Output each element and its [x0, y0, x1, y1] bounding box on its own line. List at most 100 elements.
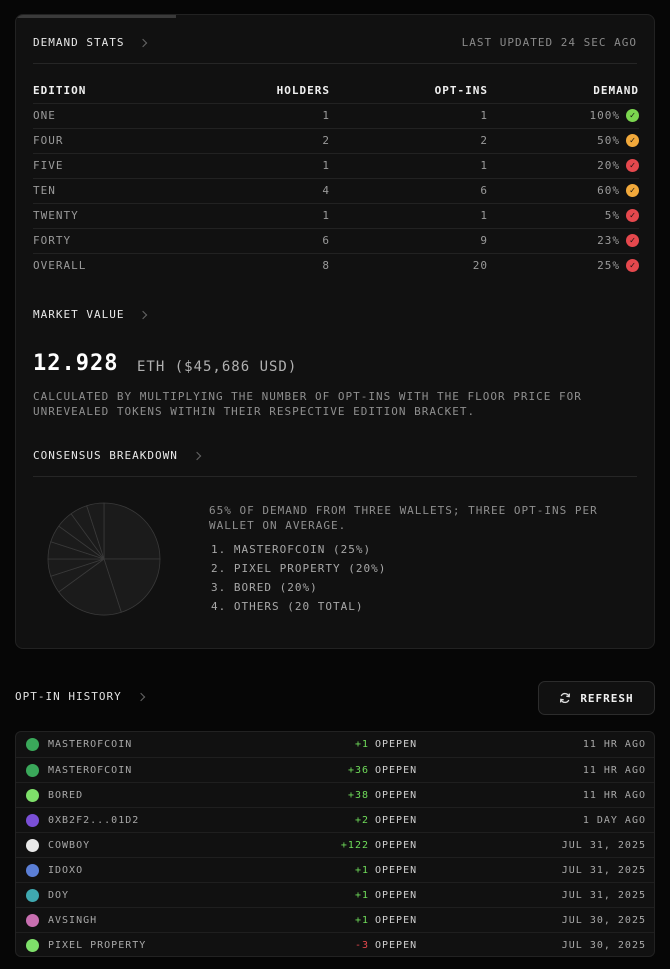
demand-value: 5%	[604, 209, 620, 222]
cell-optins: 2	[330, 127, 488, 153]
check-badge-icon: ✓	[626, 259, 639, 273]
demand-stats-body: One 1 1 100% ✓ Four 2 2 50% ✓ Five 1 1 20% ✓ Ten 4 6 60% ✓ T…	[33, 102, 639, 278]
history-amount: +1	[354, 739, 369, 750]
history-time: Jul 30, 2025	[561, 940, 646, 951]
history-row[interactable]: Bored +38 OPEPEN 11 hr ago	[16, 782, 654, 807]
history-time: Jul 30, 2025	[561, 915, 646, 926]
chevron-right-icon	[139, 310, 148, 319]
history-time: Jul 31, 2025	[561, 840, 646, 851]
history-amount: -3	[354, 940, 369, 951]
demand-value: 23%	[597, 234, 620, 247]
divider	[33, 476, 637, 477]
history-row[interactable]: MasterofCoin +1 OPEPEN 11 hr ago	[16, 732, 654, 757]
history-time: Jul 31, 2025	[561, 890, 646, 901]
cell-optins: 1	[330, 152, 488, 178]
avatar	[26, 889, 39, 902]
chevron-right-icon	[139, 38, 148, 47]
history-collection: OPEPEN	[375, 815, 418, 826]
history-row[interactable]: 0xb2f2...01d2 +2 OPEPEN 1 day ago	[16, 807, 654, 832]
history-collection: OPEPEN	[375, 865, 418, 876]
demand-stats-header[interactable]: Demand Stats	[33, 36, 148, 49]
history-row[interactable]: avsingh +1 OPEPEN Jul 30, 2025	[16, 907, 654, 932]
check-badge-icon: ✓	[626, 109, 639, 122]
pie-slice-0	[103, 502, 161, 560]
demand-stats-card: Demand Stats Last updated 24 sec ago Edi…	[15, 14, 655, 649]
consensus-list: 1. MasterofCoin (25%) 2. Pixel Property …	[211, 543, 386, 619]
check-badge-icon: ✓	[626, 159, 639, 172]
consensus-summary: 65% of demand from three wallets; three …	[209, 504, 598, 532]
history-row[interactable]: IDOXO +1 OPEPEN Jul 31, 2025	[16, 857, 654, 882]
demand-value: 100%	[589, 109, 620, 122]
consensus-pie-chart	[47, 502, 161, 616]
history-time: Jul 31, 2025	[561, 865, 646, 876]
cell-optins: 20	[330, 252, 488, 278]
cell-edition: One	[33, 102, 183, 128]
opt-in-history-title: Opt-in History	[15, 690, 122, 703]
chevron-right-icon	[136, 692, 145, 701]
consensus-breakdown-header[interactable]: Consensus Breakdown	[33, 449, 202, 462]
cell-demand: 5% ✓	[488, 202, 639, 228]
history-amount: +1	[354, 890, 369, 901]
cell-edition: Twenty	[33, 202, 183, 228]
history-row[interactable]: Cowboy +122 OPEPEN Jul 31, 2025	[16, 832, 654, 857]
cell-holders: 4	[183, 177, 330, 203]
demand-value: 20%	[597, 159, 620, 172]
history-name: Cowboy	[48, 840, 91, 851]
history-row[interactable]: MasterofCoin +36 OPEPEN 11 hr ago	[16, 757, 654, 782]
opt-in-history-header[interactable]: Opt-in History	[15, 690, 145, 703]
demand-stats-table: Edition Holders Opt-ins Demand One 1 1 100%…	[33, 79, 639, 278]
refresh-icon	[560, 692, 571, 704]
market-value-unit: ETH ($45,686 USD)	[137, 359, 298, 375]
market-value-header[interactable]: Market Value	[33, 308, 148, 321]
last-updated-label: Last updated 24 sec ago	[461, 36, 637, 49]
column-header-holders: Holders	[276, 84, 330, 98]
consensus-breakdown-title: Consensus Breakdown	[33, 449, 178, 462]
market-value-description: Calculated by multiplying the number of …	[33, 390, 582, 418]
list-item: 4. Others (20 total)	[211, 600, 364, 613]
history-name: MasterofCoin	[48, 765, 133, 776]
history-name: Bored	[48, 790, 84, 801]
market-value-amount: 12.928	[33, 351, 119, 376]
history-collection: OPEPEN	[375, 790, 418, 801]
card-progress-line	[16, 15, 176, 18]
column-header-optins: Opt-ins	[434, 84, 488, 98]
cell-edition: Overall	[33, 252, 183, 278]
list-item: 2. Pixel Property (20%)	[211, 562, 387, 575]
column-header-demand: Demand	[593, 84, 639, 98]
avatar	[26, 839, 39, 852]
history-collection: OPEPEN	[375, 940, 418, 951]
demand-value: 25%	[597, 259, 620, 273]
cell-demand: 60% ✓	[488, 177, 639, 203]
check-badge-icon: ✓	[626, 134, 639, 147]
history-name: avsingh	[48, 915, 98, 926]
table-row: Overall 8 20 25% ✓	[33, 252, 639, 278]
cell-edition: Four	[33, 127, 183, 153]
cell-holders: 8	[183, 252, 330, 278]
cell-edition: Five	[33, 152, 183, 178]
opt-in-history-list: MasterofCoin +1 OPEPEN 11 hr ago MasterofCoi…	[15, 731, 655, 957]
history-row[interactable]: Pixel Property -3 OPEPEN Jul 30, 2025	[16, 932, 654, 956]
avatar	[26, 789, 39, 802]
history-amount: +1	[354, 915, 369, 926]
list-item: 3. Bored (20%)	[211, 581, 318, 594]
avatar	[26, 764, 39, 777]
history-row[interactable]: Doy +1 OPEPEN Jul 31, 2025	[16, 882, 654, 907]
table-row: Five 1 1 20% ✓	[33, 152, 639, 178]
history-amount: +38	[347, 790, 369, 801]
demand-value: 60%	[597, 184, 620, 197]
history-time: 11 hr ago	[582, 765, 646, 776]
cell-optins: 1	[330, 202, 488, 228]
refresh-button[interactable]: Refresh	[538, 681, 655, 715]
avatar	[26, 738, 39, 751]
history-name: Pixel Property	[48, 940, 147, 951]
check-badge-icon: ✓	[626, 234, 639, 247]
avatar	[26, 864, 39, 877]
demand-value: 50%	[597, 134, 620, 147]
table-row: Ten 4 6 60% ✓	[33, 177, 639, 203]
check-badge-icon: ✓	[626, 184, 639, 197]
cell-demand: 50% ✓	[488, 127, 639, 153]
history-amount: +1	[354, 865, 369, 876]
cell-demand: 23% ✓	[488, 227, 639, 253]
cell-holders: 6	[183, 227, 330, 253]
column-header-edition: Edition	[33, 84, 87, 98]
